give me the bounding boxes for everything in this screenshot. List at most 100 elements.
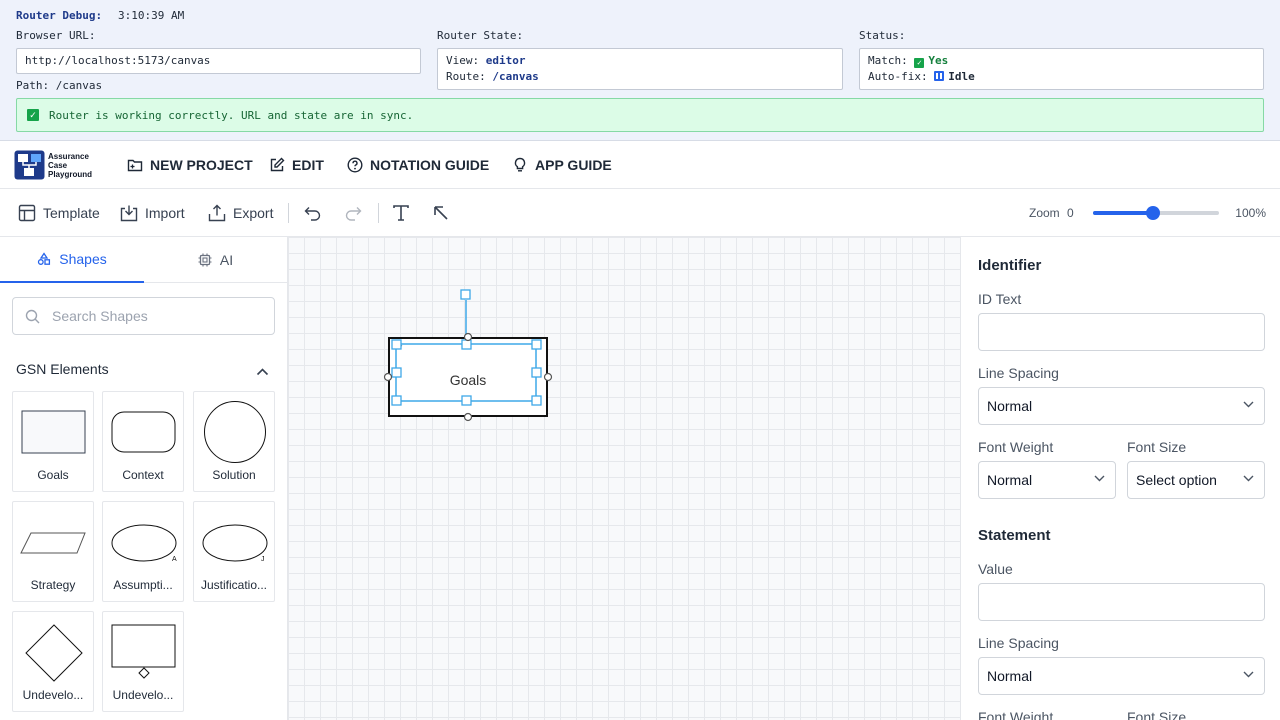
- undo-button[interactable]: [304, 203, 322, 223]
- app-guide-button[interactable]: APP GUIDE: [512, 155, 612, 175]
- pause-icon: [934, 71, 945, 81]
- check-icon: ✓: [914, 58, 925, 68]
- font-weight-select[interactable]: Normal: [978, 461, 1116, 499]
- match-value: Yes: [928, 54, 949, 67]
- chevron-up-icon: [256, 368, 269, 376]
- banner-text: Router is working correctly. URL and sta…: [49, 108, 414, 122]
- layout-template-icon: [18, 204, 36, 222]
- id-text-label: ID Text: [978, 291, 1022, 307]
- shape-label: Goals: [37, 468, 69, 482]
- identifier-section-title: Identifier: [978, 257, 1042, 274]
- shape-label: Context: [122, 468, 164, 482]
- statement-section-title: Statement: [978, 527, 1051, 544]
- status-label: Status:: [859, 29, 906, 42]
- zoom-label: Zoom: [1029, 206, 1060, 220]
- path-text: Path: /canvas: [16, 79, 103, 92]
- notation-guide-button[interactable]: NOTATION GUIDE: [347, 155, 489, 175]
- template-label: Template: [43, 205, 100, 221]
- edit-icon: [270, 157, 285, 172]
- search-placeholder: Search Shapes: [52, 308, 148, 324]
- zoom-min-label: 0: [1067, 206, 1074, 220]
- redo-icon: [345, 207, 362, 221]
- status-box: Match: ✓ Yes Auto-fix: Idle: [859, 48, 1264, 90]
- shape-strategy[interactable]: Strategy: [12, 501, 94, 602]
- diamond-shape-icon: [25, 624, 83, 682]
- shape-label: Justificatio...: [200, 578, 268, 592]
- zoom-slider-thumb[interactable]: [1146, 206, 1161, 220]
- zoom-slider[interactable]: [1093, 206, 1219, 220]
- router-debug-panel: Router Debug: 3:10:39 AM Browser URL: ht…: [0, 0, 1280, 141]
- template-button[interactable]: Template: [18, 203, 100, 223]
- toolbar-divider: [288, 203, 289, 223]
- font-weight-value: Normal: [987, 472, 1033, 488]
- zoom-value: 100%: [1235, 206, 1266, 220]
- goal-shape-icon: [21, 410, 86, 454]
- logo-line-2: Case: [48, 160, 68, 170]
- shape-undeveloped-element[interactable]: Undevelo...: [102, 611, 184, 712]
- match-label: Match:: [868, 54, 908, 67]
- diagram-canvas[interactable]: Goals: [288, 237, 960, 720]
- shape-label: Solution: [212, 468, 256, 482]
- line-spacing-select-2[interactable]: Normal: [978, 657, 1265, 695]
- shape-label: Undevelo...: [22, 688, 84, 702]
- shape-label: Undevelo...: [112, 688, 174, 702]
- new-project-button[interactable]: NEW PROJECT: [127, 155, 253, 175]
- shape-justification[interactable]: J Justificatio...: [193, 501, 275, 602]
- shapes-panel: Shapes AI Search Shapes GSN Elements Goa…: [0, 237, 288, 720]
- shape-context[interactable]: Context: [102, 391, 184, 492]
- connector-tool-button[interactable]: [432, 203, 450, 223]
- rotation-handle[interactable]: [460, 289, 471, 300]
- context-shape-icon: [111, 411, 176, 453]
- undeveloped-shape-icon: [111, 624, 176, 679]
- tab-ai[interactable]: AI: [144, 237, 287, 283]
- logo-line-1: Assurance: [48, 151, 89, 161]
- shape-assumption[interactable]: A Assumpti...: [102, 501, 184, 602]
- search-icon: [25, 309, 40, 323]
- shape-undeveloped-goal[interactable]: Undevelo...: [12, 611, 94, 712]
- text-icon: [393, 205, 409, 221]
- debug-title: Router Debug:: [16, 9, 103, 22]
- editor-toolbar: Template Import Export Zoom 0 100%: [0, 189, 1280, 237]
- font-weight-label: Font Weight: [978, 439, 1054, 455]
- text-tool-button[interactable]: [392, 203, 410, 223]
- import-icon: [120, 205, 138, 222]
- route-value: /canvas: [492, 70, 539, 83]
- folder-plus-icon: [127, 159, 143, 172]
- shape-label: Strategy: [30, 578, 76, 592]
- router-state-box: View: editor Route: /canvas: [437, 48, 843, 90]
- logo-icon: [14, 150, 45, 180]
- export-label: Export: [233, 205, 274, 221]
- view-label: View:: [446, 54, 480, 67]
- import-button[interactable]: Import: [120, 203, 185, 223]
- zoom-slider-fill: [1093, 211, 1154, 215]
- import-label: Import: [145, 205, 185, 221]
- value-label: Value: [978, 561, 1013, 577]
- browser-url-field[interactable]: http://localhost:5173/canvas: [16, 48, 421, 74]
- shape-solution[interactable]: Solution: [193, 391, 275, 492]
- logo-line-3: Playground: [48, 169, 93, 179]
- app-logo[interactable]: Assurance Case Playground: [14, 150, 94, 180]
- font-size-select[interactable]: Select option: [1127, 461, 1265, 499]
- svg-text:A: A: [172, 556, 177, 563]
- font-weight-label-2: Font Weight: [978, 709, 1054, 720]
- chevron-down-icon: [1243, 401, 1254, 408]
- shape-label: Assumpti...: [113, 578, 173, 592]
- edit-button[interactable]: EDIT: [269, 155, 324, 175]
- line-spacing-value-2: Normal: [987, 668, 1033, 684]
- debug-time: 3:10:39 AM: [118, 9, 185, 22]
- redo-button[interactable]: [344, 203, 362, 223]
- shape-search-input[interactable]: Search Shapes: [12, 297, 275, 335]
- tab-shapes[interactable]: Shapes: [0, 237, 144, 283]
- gsn-section-title: GSN Elements: [16, 361, 109, 377]
- statement-value-input[interactable]: [978, 583, 1265, 621]
- font-size-label-2: Font Size: [1127, 709, 1187, 720]
- export-button[interactable]: Export: [208, 203, 273, 223]
- edit-label: EDIT: [292, 157, 324, 173]
- success-check-icon: ✓: [27, 109, 39, 121]
- id-text-input[interactable]: [978, 313, 1265, 351]
- cpu-icon: [198, 253, 212, 266]
- goal-node-label[interactable]: Goals: [396, 372, 540, 388]
- shape-goals[interactable]: Goals: [12, 391, 94, 492]
- collapse-section-button[interactable]: [256, 363, 269, 381]
- line-spacing-select[interactable]: Normal: [978, 387, 1265, 425]
